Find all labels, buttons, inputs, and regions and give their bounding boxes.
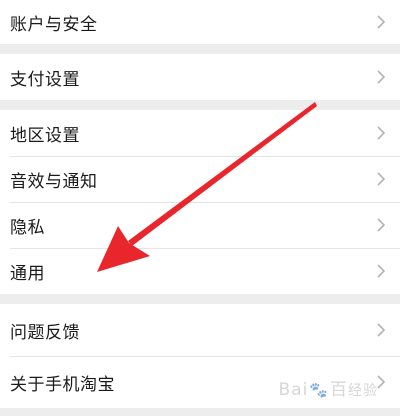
settings-item-label: 关于手机淘宝 — [10, 374, 115, 395]
settings-group-payment: 支付设置 — [0, 54, 400, 100]
watermark-brand-tail: 百 — [330, 380, 348, 400]
settings-item-region[interactable]: 地区设置 — [0, 110, 400, 156]
settings-item-label: 隐私 — [10, 217, 45, 238]
settings-group-general: 地区设置 音效与通知 隐私 通用 — [0, 110, 400, 294]
settings-item-sound-notification[interactable]: 音效与通知 — [0, 156, 400, 202]
baidu-jingyan-watermark: Bai🐾百经验 — [279, 375, 379, 400]
chevron-right-icon — [376, 263, 386, 279]
settings-item-feedback[interactable]: 问题反馈 — [0, 304, 400, 356]
settings-item-privacy[interactable]: 隐私 — [0, 202, 400, 248]
chevron-right-icon — [376, 69, 386, 85]
settings-item-label: 账户与安全 — [10, 14, 98, 35]
chevron-right-icon — [376, 14, 386, 30]
chevron-right-icon — [376, 171, 386, 187]
chevron-right-icon — [376, 322, 386, 338]
chevron-right-icon — [376, 125, 386, 141]
watermark-suffix: 经验 — [348, 383, 378, 399]
settings-item-label: 通用 — [10, 263, 45, 284]
settings-item-account-security[interactable]: 账户与安全 — [0, 0, 400, 44]
watermark-brand: Bai — [278, 380, 309, 400]
paw-icon: 🐾 — [309, 381, 329, 399]
chevron-right-icon — [376, 217, 386, 233]
settings-item-general[interactable]: 通用 — [0, 248, 400, 294]
settings-item-label: 问题反馈 — [10, 322, 80, 343]
settings-item-label: 音效与通知 — [10, 171, 98, 192]
settings-item-label: 地区设置 — [10, 125, 80, 146]
settings-item-label: 支付设置 — [10, 69, 80, 90]
settings-group-account: 账户与安全 — [0, 0, 400, 44]
settings-item-payment[interactable]: 支付设置 — [0, 54, 400, 100]
